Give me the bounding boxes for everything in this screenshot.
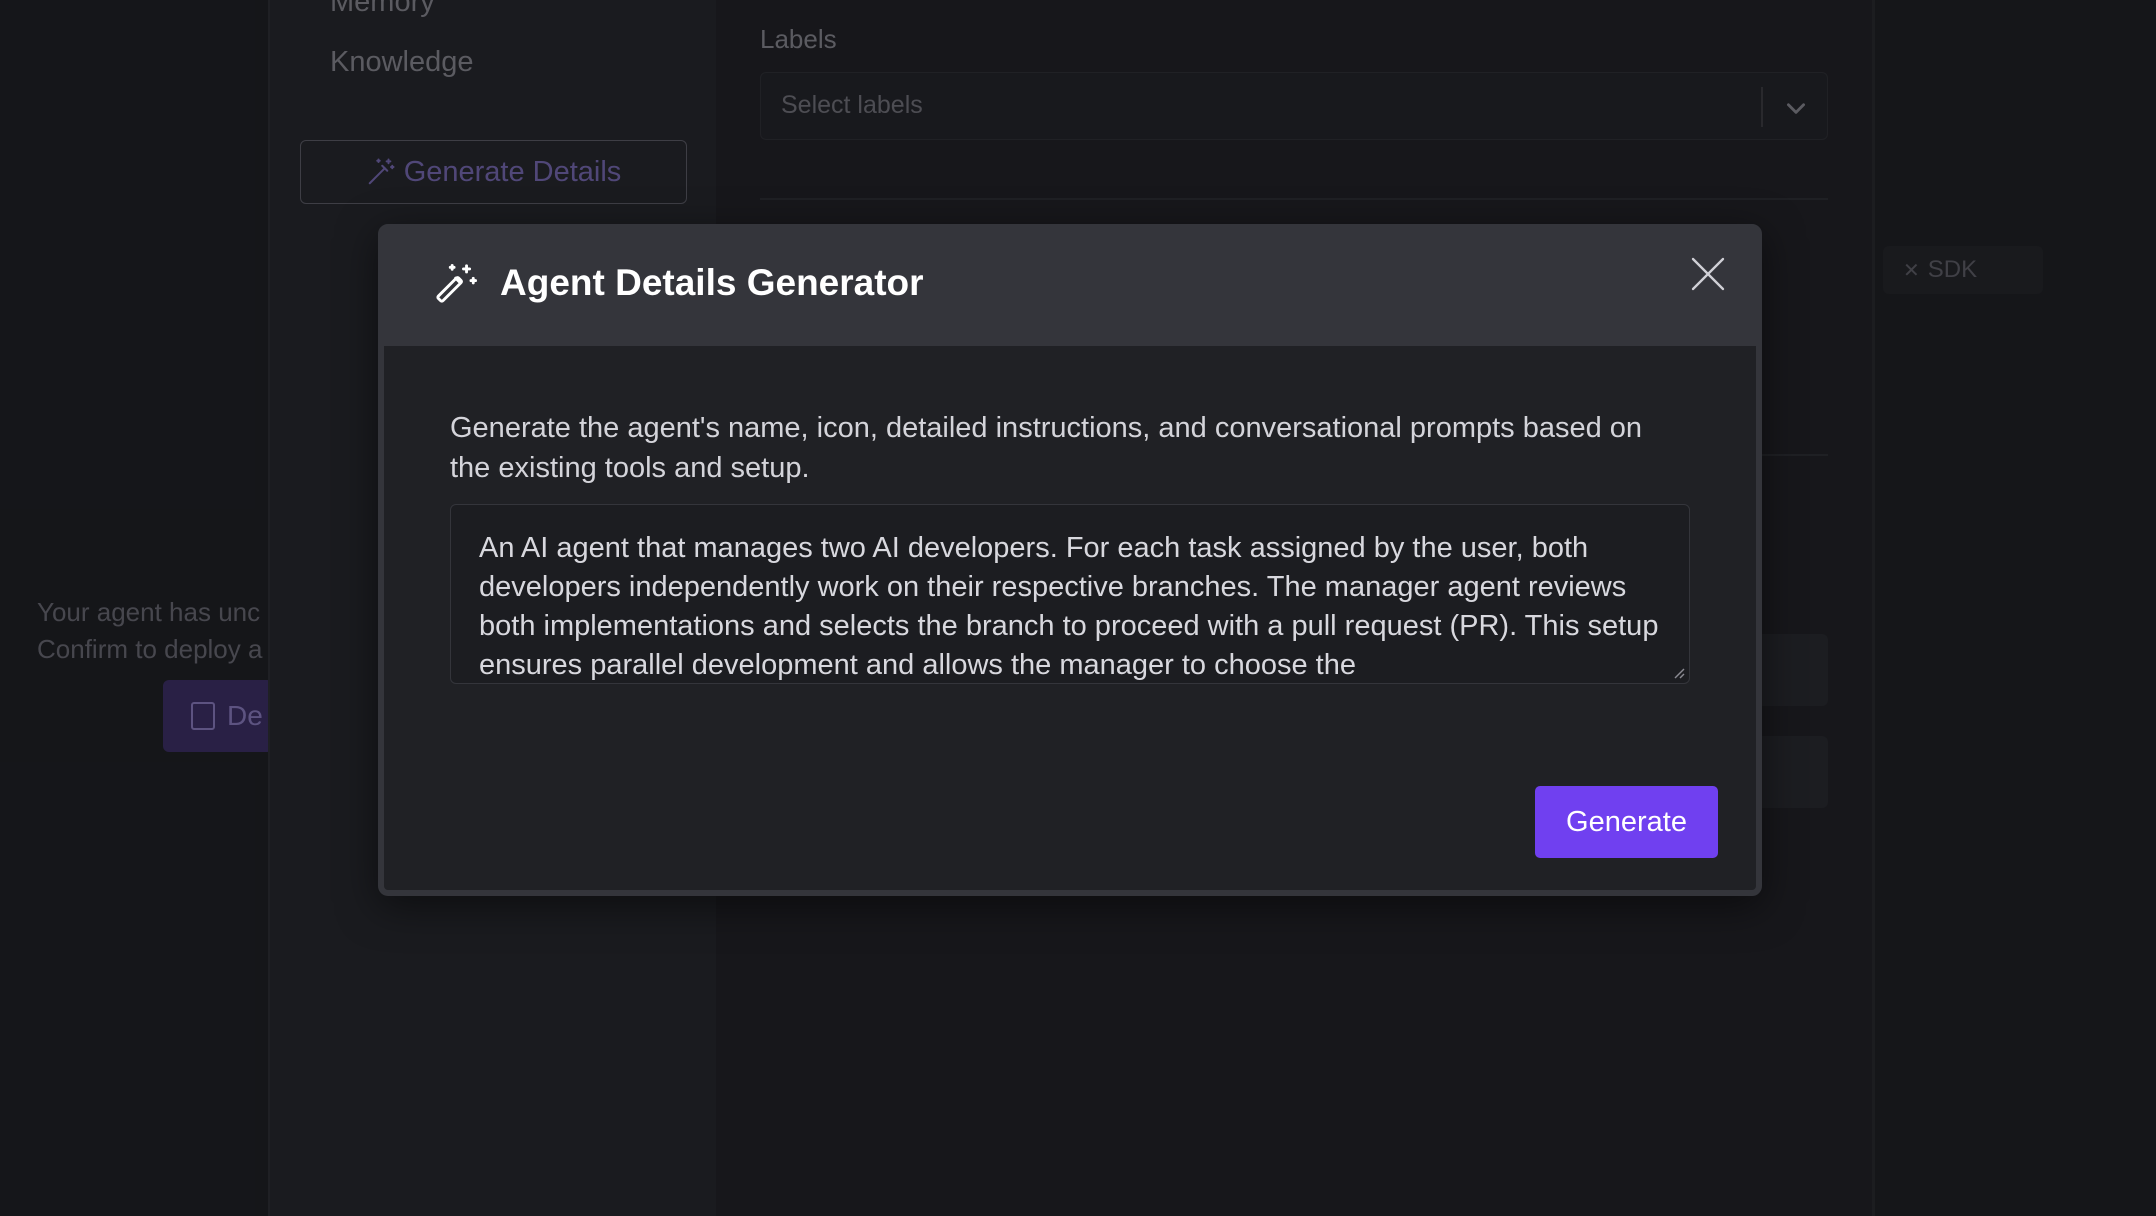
agent-description-textarea[interactable]: An AI agent that manages two AI develope… (450, 504, 1690, 684)
resize-handle-icon[interactable] (1671, 665, 1685, 679)
modal-description: Generate the agent's name, icon, detaile… (450, 412, 1643, 484)
modal-title: Agent Details Generator (500, 262, 924, 303)
modal-header: Agent Details Generator (384, 230, 1756, 346)
close-icon[interactable] (1688, 254, 1728, 294)
agent-details-generator-dialog: Agent Details Generator Generate the age… (378, 224, 1762, 896)
generate-button[interactable]: Generate (1535, 786, 1718, 858)
magic-wand-icon (436, 264, 477, 303)
agent-description-text: An AI agent that manages two AI develope… (479, 532, 1659, 681)
